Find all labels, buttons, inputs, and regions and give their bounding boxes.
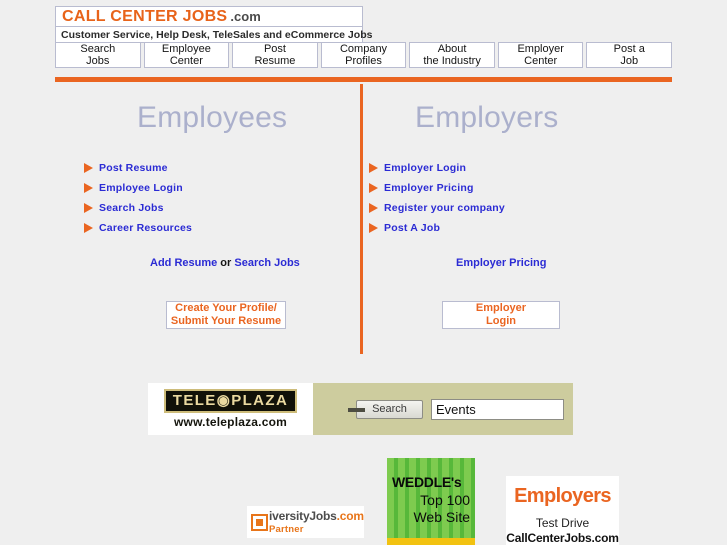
- diversityjobs-name-text: iversityJobs: [269, 508, 337, 523]
- weddles-top100-badge[interactable]: WEDDLE's Top 100 Web Site: [387, 458, 475, 545]
- banner-search-form: Search: [348, 398, 564, 420]
- link-label: Employee Login: [99, 182, 183, 194]
- dash-icon: [348, 407, 365, 412]
- tab-label-line2: Resume: [254, 55, 296, 67]
- employers-heading: Employers: [415, 101, 559, 134]
- triangle-bullet-icon: [369, 223, 378, 233]
- link-label: Employer Login: [384, 162, 467, 174]
- logo-dotcom-text: .com: [230, 9, 261, 24]
- weddles-title: WEDDLE's: [392, 474, 462, 490]
- tab-company-profiles[interactable]: Company Profiles: [320, 42, 407, 68]
- tab-label-line1: About: [437, 43, 467, 55]
- create-profile-button[interactable]: Create Your Profile/ Submit Your Resume: [166, 301, 286, 329]
- triangle-bullet-icon: [84, 223, 93, 233]
- tab-employer-center[interactable]: Employer Center: [497, 42, 584, 68]
- link-register-your-company[interactable]: Register your company: [369, 198, 505, 218]
- tab-label-line1: Post: [263, 43, 286, 55]
- employees-link-list: Post Resume Employee Login Search Jobs C…: [84, 158, 192, 238]
- link-employer-pricing-mid[interactable]: Employer Pricing: [456, 257, 546, 269]
- teleplaza-ad-link[interactable]: TELE◉PLAZA www.teleplaza.com: [148, 383, 313, 435]
- conjunction-text: or: [217, 257, 235, 269]
- horizontal-divider: [55, 77, 672, 82]
- tab-label-line2: Job: [620, 55, 639, 67]
- banner-search-button-label: Search: [372, 403, 407, 415]
- weddles-line1: Top 100: [420, 492, 470, 508]
- weddles-footer-bar: [387, 538, 475, 545]
- diversityjobs-dotcom-text: .com: [336, 508, 364, 523]
- banner-search-input[interactable]: [431, 398, 564, 420]
- triangle-bullet-icon: [369, 203, 378, 213]
- link-label: Search Jobs: [99, 202, 164, 214]
- tab-about-the-industry[interactable]: About the Industry: [409, 42, 495, 68]
- tab-label-line2: Jobs: [86, 55, 110, 67]
- vertical-divider: [360, 84, 363, 354]
- employers-badge-title: Employers: [514, 485, 611, 507]
- site-tagline-bar: Customer Service, Help Desk, TeleSales a…: [55, 27, 372, 43]
- link-label: Post A Job: [384, 222, 441, 234]
- link-label: Employer Pricing: [384, 182, 474, 194]
- banner-search-button[interactable]: Search: [348, 399, 423, 419]
- employers-link-list: Employer Login Employer Pricing Register…: [369, 158, 505, 238]
- triangle-bullet-icon: [84, 163, 93, 173]
- link-career-resources[interactable]: Career Resources: [84, 218, 192, 238]
- employers-badge-line1: Test Drive: [535, 516, 590, 530]
- link-add-resume[interactable]: Add Resume: [150, 257, 217, 269]
- tab-search-jobs[interactable]: Search Jobs: [55, 42, 141, 68]
- tab-label-line2: Center: [524, 55, 558, 67]
- triangle-bullet-icon: [84, 183, 93, 193]
- teleplaza-banner: TELE◉PLAZA www.teleplaza.com Search: [148, 383, 573, 435]
- primary-navigation: Search Jobs Employee Center Post Resume …: [55, 42, 673, 68]
- tab-label-line2: Center: [169, 55, 203, 67]
- button-label-line2: Login: [486, 315, 516, 327]
- button-label-line1: Create Your Profile/: [175, 302, 277, 314]
- diversityjobs-logo-icon: [251, 513, 268, 531]
- site-tagline: Customer Service, Help Desk, TeleSales a…: [61, 28, 373, 41]
- link-post-a-job[interactable]: Post A Job: [369, 218, 505, 238]
- tab-label-line1: Post a: [613, 43, 645, 55]
- link-employer-pricing[interactable]: Employer Pricing: [369, 178, 505, 198]
- link-employer-login[interactable]: Employer Login: [369, 158, 505, 178]
- link-search-jobs-mid[interactable]: Search Jobs: [234, 257, 299, 269]
- tab-post-a-job[interactable]: Post a Job: [586, 42, 673, 68]
- tab-label-line1: Employee: [161, 43, 211, 55]
- triangle-bullet-icon: [369, 163, 378, 173]
- employers-badge-line2: CallCenterJobs.com: [506, 531, 619, 545]
- employers-mid-links: Employer Pricing: [456, 257, 546, 269]
- button-label-line2: Submit Your Resume: [170, 315, 282, 327]
- employees-mid-links: Add Resume or Search Jobs: [150, 257, 300, 269]
- link-post-resume[interactable]: Post Resume: [84, 158, 192, 178]
- site-header: CALL CENTER JOBS .com Customer Service, …: [55, 6, 372, 43]
- tab-employee-center[interactable]: Employee Center: [143, 42, 230, 68]
- triangle-bullet-icon: [84, 203, 93, 213]
- link-label: Register your company: [384, 202, 505, 214]
- tab-label-line2: Profiles: [345, 55, 382, 67]
- tab-post-resume[interactable]: Post Resume: [232, 42, 318, 68]
- diversityjobs-text: iversityJobs.com Partner: [269, 510, 364, 535]
- teleplaza-url-text: www.teleplaza.com: [174, 415, 287, 429]
- employers-test-drive-badge[interactable]: Employers Test Drive CallCenterJobs.com: [506, 476, 619, 545]
- triangle-bullet-icon: [369, 183, 378, 193]
- weddles-line2: Web Site: [413, 509, 470, 525]
- link-label: Career Resources: [99, 222, 193, 234]
- tab-label-line2: the Industry: [423, 55, 481, 67]
- tab-label-line1: Company: [339, 43, 388, 55]
- teleplaza-logo: TELE◉PLAZA: [163, 389, 298, 413]
- employer-login-button[interactable]: Employer Login: [442, 301, 560, 329]
- logo-primary-text: CALL CENTER JOBS: [62, 7, 228, 25]
- diversityjobs-name: iversityJobs.com: [269, 509, 364, 523]
- tab-label-line1: Search: [80, 43, 116, 55]
- link-label: Post Resume: [99, 162, 168, 174]
- link-employee-login[interactable]: Employee Login: [84, 178, 192, 198]
- button-label-line1: Employer: [475, 302, 527, 314]
- tab-label-line1: Employer: [517, 43, 564, 55]
- diversityjobs-partner-label: Partner: [269, 523, 304, 535]
- employees-heading: Employees: [137, 101, 288, 134]
- site-logo[interactable]: CALL CENTER JOBS .com: [55, 6, 363, 27]
- link-search-jobs[interactable]: Search Jobs: [84, 198, 192, 218]
- diversityjobs-badge[interactable]: iversityJobs.com Partner: [247, 506, 364, 538]
